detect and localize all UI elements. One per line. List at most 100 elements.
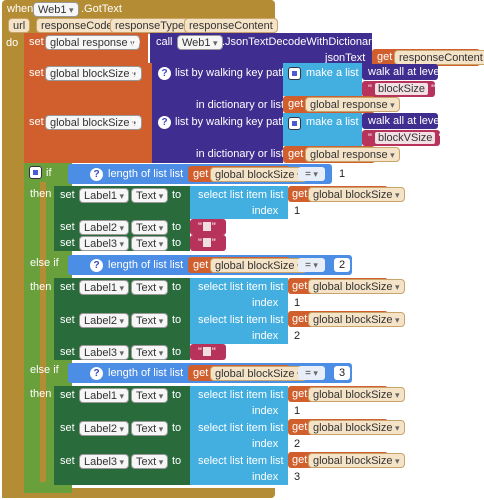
text-prop-dropdown[interactable]: Text: [131, 236, 169, 251]
label1-dropdown[interactable]: Label1: [79, 388, 130, 403]
param-responseContent[interactable]: responseContent: [184, 18, 278, 33]
empty-string: " ": [198, 346, 216, 358]
if-inner-spine: [40, 182, 54, 482]
get-var-dropdown[interactable]: global blockSize: [308, 187, 405, 202]
index-number[interactable]: 1: [289, 404, 305, 418]
text-prop-dropdown[interactable]: Text: [131, 313, 169, 328]
then-label: then: [30, 388, 52, 400]
index-number[interactable]: 2: [289, 329, 305, 343]
elseif-label: else if: [30, 364, 59, 376]
get-var-dropdown[interactable]: global blockSize: [210, 258, 307, 273]
walk-all-label: walk all at level: [368, 115, 442, 127]
get-var-dropdown[interactable]: global blockSize: [308, 279, 405, 294]
label2-dropdown[interactable]: Label2: [79, 421, 130, 436]
index-number[interactable]: 1: [289, 296, 305, 310]
set-label: set: [60, 281, 75, 293]
text-prop-dropdown[interactable]: Text: [131, 345, 169, 360]
var-dropdown[interactable]: global blockSize: [45, 66, 142, 81]
do-label: do: [6, 37, 19, 49]
to-label: to: [172, 389, 182, 401]
to-label: to: [172, 422, 182, 434]
eq-operator-dropdown[interactable]: =: [298, 167, 325, 181]
call-method: .JsonTextDecodeWithDictionaries: [222, 36, 386, 48]
number-2[interactable]: 2: [334, 258, 350, 272]
help-icon[interactable]: ?: [90, 367, 103, 380]
get-var-dropdown[interactable]: global blockSize: [308, 387, 405, 402]
param-responseType[interactable]: responseType: [110, 18, 190, 33]
set-label: set: [60, 221, 75, 233]
gear-icon[interactable]: [29, 166, 42, 179]
text-prop-dropdown[interactable]: Text: [131, 421, 169, 436]
get-label: get: [292, 280, 308, 292]
var-dropdown[interactable]: global blockSize: [45, 115, 142, 130]
help-icon[interactable]: ?: [90, 168, 103, 181]
set-label: set: [60, 346, 75, 358]
get-var-dropdown[interactable]: global blockSize: [210, 167, 307, 182]
get-label: get: [193, 367, 209, 379]
length-label: length of list list: [108, 259, 184, 271]
get-label: get: [288, 148, 304, 160]
get-var-dropdown[interactable]: global blockSize: [308, 312, 405, 327]
make-list-label: make a list: [306, 116, 359, 128]
text-prop-dropdown[interactable]: Text: [131, 280, 169, 295]
text-prop-dropdown[interactable]: Text: [131, 188, 169, 203]
text-prop-dropdown[interactable]: Text: [131, 388, 169, 403]
index-label: index: [252, 330, 279, 342]
empty-string: " ": [198, 221, 216, 233]
set-label: set: [60, 314, 75, 326]
number-3[interactable]: 3: [334, 366, 350, 380]
index-number[interactable]: 2: [289, 437, 305, 451]
component-dropdown[interactable]: Web1: [33, 2, 79, 17]
var-dropdown[interactable]: global response: [45, 35, 140, 50]
to-label: to: [172, 281, 182, 293]
label2-dropdown[interactable]: Label2: [79, 313, 130, 328]
then-label: then: [30, 188, 52, 200]
label3-dropdown[interactable]: Label3: [79, 345, 130, 360]
get-var-dropdown[interactable]: global response: [305, 97, 400, 112]
label3-dropdown[interactable]: Label3: [79, 236, 130, 251]
number-1[interactable]: 1: [334, 167, 350, 181]
gear-icon[interactable]: [288, 117, 301, 130]
get-var-dropdown[interactable]: responseContent: [394, 50, 484, 65]
get-var-dropdown[interactable]: global blockSize: [308, 453, 405, 468]
help-icon[interactable]: ?: [158, 116, 171, 129]
gear-icon[interactable]: [288, 67, 301, 80]
select-label: select list item list: [198, 281, 284, 293]
eq-operator-dropdown[interactable]: =: [298, 258, 325, 272]
index-label: index: [252, 471, 279, 483]
get-label: get: [292, 188, 308, 200]
indict-label: in dictionary or list: [196, 148, 285, 160]
text-prop-dropdown[interactable]: Text: [131, 454, 169, 469]
help-icon[interactable]: ?: [90, 259, 103, 272]
to-label: to: [131, 36, 141, 48]
help-icon[interactable]: ?: [158, 67, 171, 80]
walk-all-label: walk all at level: [368, 66, 442, 78]
index-number[interactable]: 3: [289, 470, 305, 484]
string-text: " blockVSize ": [368, 132, 443, 144]
param-responseCode[interactable]: responseCode: [36, 18, 118, 33]
to-label: to: [172, 237, 182, 249]
set-label: set: [60, 189, 75, 201]
label3-dropdown[interactable]: Label3: [79, 454, 130, 469]
label2-dropdown[interactable]: Label2: [79, 220, 130, 235]
event-do-spine: [2, 30, 24, 498]
label1-dropdown[interactable]: Label1: [79, 188, 130, 203]
walk-label: list by walking key path: [175, 67, 288, 79]
index-number[interactable]: 1: [289, 204, 305, 218]
event-handler-name: .GotText: [81, 3, 122, 15]
get-var-dropdown[interactable]: global blockSize: [308, 420, 405, 435]
label1-dropdown[interactable]: Label1: [79, 280, 130, 295]
set-label: set: [60, 422, 75, 434]
get-var-dropdown[interactable]: global blockSize: [210, 366, 307, 381]
get-label: get: [292, 388, 308, 400]
call-component-dropdown[interactable]: Web1: [177, 35, 223, 50]
if-label: if: [46, 167, 52, 179]
select-label: select list item list: [198, 389, 284, 401]
then-label: then: [30, 281, 52, 293]
eq-operator-dropdown[interactable]: =: [298, 366, 325, 380]
make-list-label: make a list: [306, 67, 359, 79]
param-url[interactable]: url: [8, 18, 31, 33]
get-var-dropdown[interactable]: global response: [305, 147, 400, 162]
select-label: select list item list: [198, 314, 284, 326]
text-prop-dropdown[interactable]: Text: [131, 220, 169, 235]
